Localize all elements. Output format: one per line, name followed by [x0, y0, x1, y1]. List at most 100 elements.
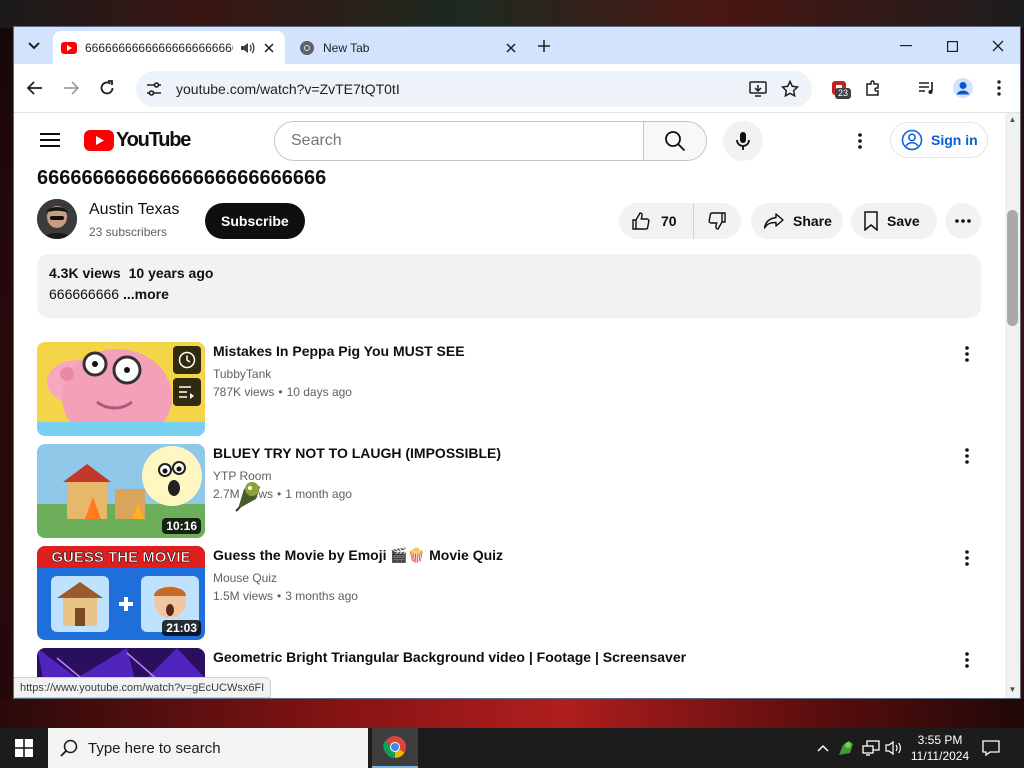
- desktop-wallpaper-bottom: [0, 698, 1024, 728]
- view-count: 4.3K views: [49, 265, 121, 281]
- meta-separator: •: [278, 385, 283, 399]
- profile-button[interactable]: [951, 76, 975, 100]
- volume-tray-button[interactable]: [884, 738, 904, 758]
- tab-close-button[interactable]: [261, 40, 277, 56]
- profile-avatar-icon: [953, 78, 973, 98]
- dislike-button[interactable]: [694, 203, 740, 239]
- youtube-wordmark: YouTube: [116, 128, 191, 151]
- browser-toolbar: youtube.com/watch?v=ZvTE7tQT0tI 23: [14, 64, 1020, 113]
- media-control-button[interactable]: [915, 76, 939, 100]
- recommended-video[interactable]: 10:16 BLUEY TRY NOT TO LAUGH (IMPOSSIBLE…: [37, 444, 987, 538]
- recommended-video-views: 1.5M views: [213, 589, 274, 603]
- recommended-video-menu-button[interactable]: [955, 546, 979, 570]
- voice-search-button[interactable]: [723, 121, 763, 161]
- subscribe-button[interactable]: Subscribe: [205, 203, 305, 239]
- recommended-video-channel[interactable]: Mouse Quiz: [213, 571, 277, 585]
- scroll-down-arrow-icon[interactable]: ▼: [1008, 685, 1017, 694]
- reload-button[interactable]: [95, 76, 119, 100]
- recommended-video-title[interactable]: Mistakes In Peppa Pig You MUST SEE: [213, 343, 465, 359]
- plus-icon: [538, 40, 550, 52]
- recommended-video-channel[interactable]: TubbyTank: [213, 367, 271, 381]
- meta-separator: •: [277, 487, 282, 501]
- description-more-link[interactable]: ...more: [123, 286, 169, 302]
- taskbar-search-placeholder: Type here to search: [88, 739, 221, 757]
- network-tray-button[interactable]: [861, 738, 881, 758]
- start-button[interactable]: [0, 728, 48, 768]
- video-thumbnail[interactable]: [37, 342, 205, 436]
- minimize-button[interactable]: [895, 35, 917, 57]
- taskbar-clock[interactable]: 3:55 PM 11/11/2024: [904, 732, 976, 764]
- arrow-right-icon: [64, 81, 79, 95]
- address-bar[interactable]: youtube.com/watch?v=ZvTE7tQT0tI: [136, 71, 812, 107]
- chrome-favicon-icon: [300, 40, 314, 55]
- recommended-video-menu-button[interactable]: [955, 648, 979, 672]
- youtube-logo[interactable]: YouTube: [84, 128, 191, 151]
- tab-search-button[interactable]: [22, 34, 46, 58]
- tray-app-icon[interactable]: [836, 738, 856, 758]
- close-icon: [506, 42, 516, 53]
- recommended-video-meta: 1.5M views • 3 months ago: [213, 589, 358, 603]
- watch-later-button[interactable]: [173, 346, 201, 374]
- taskbar-chrome-button[interactable]: [372, 728, 418, 768]
- share-button[interactable]: Share: [751, 203, 843, 239]
- video-description-box[interactable]: 4.3K views 10 years ago 666666666 ...more: [37, 254, 981, 318]
- new-tab-button[interactable]: [534, 36, 554, 56]
- install-app-button[interactable]: [748, 79, 768, 99]
- page-scrollbar[interactable]: ▲ ▼: [1005, 113, 1020, 698]
- like-button[interactable]: 70: [619, 203, 694, 239]
- tab-close-button[interactable]: [503, 40, 519, 56]
- recommended-video-title[interactable]: BLUEY TRY NOT TO LAUGH (IMPOSSIBLE): [213, 445, 501, 461]
- recommended-video-title[interactable]: Geometric Bright Triangular Background v…: [213, 649, 686, 665]
- back-button[interactable]: [23, 76, 47, 100]
- extension-button[interactable]: 23: [827, 76, 852, 100]
- site-settings-icon[interactable]: [145, 80, 163, 98]
- scroll-up-arrow-icon[interactable]: ▲: [1008, 115, 1017, 124]
- search-icon: [665, 131, 686, 152]
- tab-title: 66666666666666666666666666: [85, 40, 233, 55]
- subscriber-count: 23 subscribers: [89, 225, 168, 239]
- youtube-search-button[interactable]: [643, 121, 707, 161]
- sign-in-label: Sign in: [931, 132, 978, 148]
- recommended-video[interactable]: Mistakes In Peppa Pig You MUST SEE Tubby…: [37, 342, 987, 436]
- show-hidden-icons-button[interactable]: [813, 738, 833, 758]
- youtube-settings-button[interactable]: [848, 129, 872, 153]
- scrollbar-thumb[interactable]: [1007, 210, 1018, 326]
- maximize-icon: [946, 40, 958, 52]
- tab-youtube[interactable]: 66666666666666666666666666: [53, 31, 285, 64]
- channel-name[interactable]: Austin Texas: [89, 201, 179, 219]
- link-status-bubble: https://www.youtube.com/watch?v=gEcUCWsx…: [14, 677, 272, 698]
- maximize-button[interactable]: [941, 35, 963, 57]
- clock-time: 3:55 PM: [917, 733, 963, 747]
- video-thumbnail[interactable]: 10:16: [37, 444, 205, 538]
- youtube-search-box[interactable]: [274, 121, 644, 161]
- chrome-menu-button[interactable]: [987, 76, 1011, 100]
- video-thumbnail[interactable]: GUESS THE MOVIE 21:03: [37, 546, 205, 640]
- recommended-video-menu-button[interactable]: [955, 444, 979, 468]
- browser-window: 66666666666666666666666666 New Tab: [14, 27, 1020, 698]
- action-center-button[interactable]: [978, 736, 1004, 760]
- close-window-button[interactable]: [987, 35, 1009, 57]
- save-label: Save: [887, 213, 920, 229]
- recommended-video-title[interactable]: Guess the Movie by Emoji 🎬🍿 Movie Quiz: [213, 547, 503, 564]
- add-to-queue-button[interactable]: [173, 378, 201, 406]
- recommended-video-age: 10 days ago: [286, 385, 352, 399]
- forward-button[interactable]: [59, 76, 83, 100]
- sign-in-button[interactable]: Sign in: [890, 122, 988, 158]
- more-actions-button[interactable]: [945, 203, 981, 239]
- video-duration: 21:03: [162, 620, 201, 636]
- recommended-video[interactable]: GUESS THE MOVIE 21:03 Guess the Movie by…: [37, 546, 987, 640]
- guide-menu-button[interactable]: [38, 128, 62, 152]
- extensions-menu-button[interactable]: [861, 76, 885, 100]
- like-count: 70: [661, 213, 677, 229]
- recommended-video-age: 1 month ago: [285, 487, 352, 501]
- youtube-play-logo-icon: [84, 129, 114, 151]
- youtube-search-input[interactable]: [291, 132, 643, 150]
- bookmark-star-button[interactable]: [780, 79, 800, 99]
- taskbar-search-box[interactable]: Type here to search: [48, 728, 368, 768]
- speaker-icon[interactable]: [239, 40, 255, 56]
- channel-avatar[interactable]: [37, 199, 77, 239]
- tab-new-tab[interactable]: New Tab: [291, 31, 527, 64]
- save-button[interactable]: Save: [851, 203, 937, 239]
- url-text[interactable]: youtube.com/watch?v=ZvTE7tQT0tI: [176, 81, 748, 97]
- recommended-video-menu-button[interactable]: [955, 342, 979, 366]
